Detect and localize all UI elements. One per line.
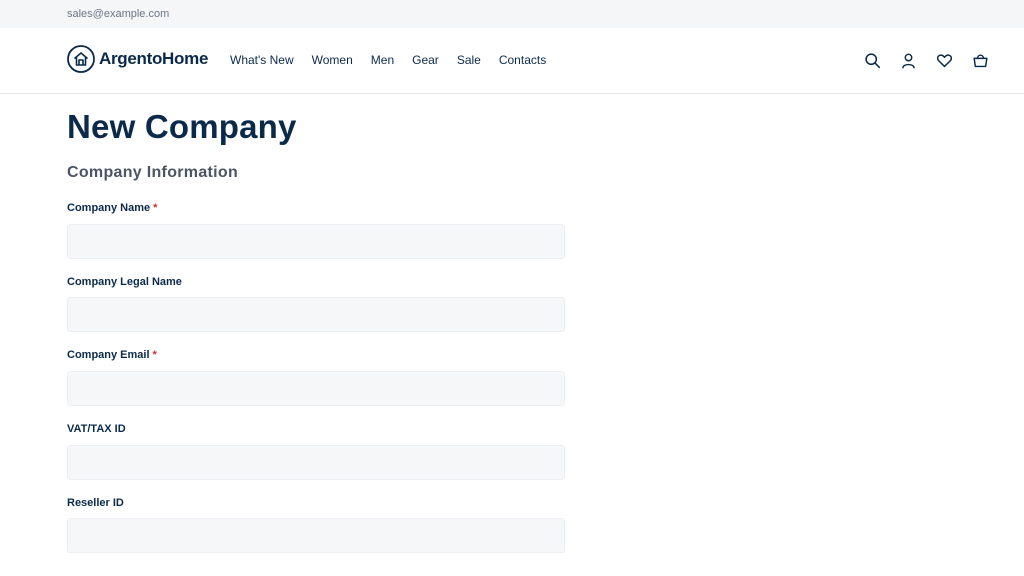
company-legal-name-input[interactable] bbox=[67, 297, 565, 332]
nav-item-whats-new[interactable]: What's New bbox=[230, 53, 294, 67]
contact-email[interactable]: sales@example.com bbox=[67, 8, 169, 20]
nav-item-sale[interactable]: Sale bbox=[457, 53, 481, 67]
required-marker: * bbox=[152, 349, 157, 361]
wishlist-heart-icon[interactable] bbox=[934, 50, 954, 70]
company-email-input[interactable] bbox=[67, 371, 565, 406]
reseller-id-input[interactable] bbox=[67, 518, 565, 553]
header-actions bbox=[846, 50, 990, 70]
vat-tax-id-field: VAT/TAX ID bbox=[67, 423, 565, 480]
account-icon[interactable] bbox=[898, 50, 918, 70]
nav-item-contacts[interactable]: Contacts bbox=[499, 53, 546, 67]
company-name-field: Company Name * bbox=[67, 202, 565, 259]
nav-item-women[interactable]: Women bbox=[312, 53, 353, 67]
brand-logo[interactable]: ArgentoHome bbox=[67, 45, 208, 73]
nav-item-men[interactable]: Men bbox=[371, 53, 394, 67]
brand-name: ArgentoHome bbox=[99, 49, 209, 68]
vat-tax-id-label: VAT/TAX ID bbox=[67, 423, 126, 435]
section-title: Company Information bbox=[67, 164, 239, 181]
company-email-label: Company Email * bbox=[67, 349, 157, 361]
vat-tax-id-input[interactable] bbox=[67, 445, 565, 480]
cart-basket-icon[interactable] bbox=[970, 50, 990, 70]
top-bar: sales@example.com bbox=[0, 0, 1024, 28]
company-legal-name-field: Company Legal Name bbox=[67, 276, 565, 332]
page-title: New Company bbox=[67, 108, 297, 145]
required-marker: * bbox=[153, 202, 158, 214]
company-email-field: Company Email * bbox=[67, 349, 565, 406]
main-nav: What's New Women Men Gear Sale Contacts bbox=[230, 53, 564, 67]
house-logo-icon bbox=[67, 45, 95, 73]
reseller-id-label: Reseller ID bbox=[67, 497, 124, 509]
site-header: ArgentoHome What's New Women Men Gear Sa… bbox=[0, 28, 1024, 94]
nav-item-gear[interactable]: Gear bbox=[412, 53, 439, 67]
company-legal-name-label: Company Legal Name bbox=[67, 276, 182, 288]
company-name-label: Company Name * bbox=[67, 202, 158, 214]
company-name-input[interactable] bbox=[67, 224, 565, 259]
reseller-id-field: Reseller ID bbox=[67, 497, 565, 553]
search-icon[interactable] bbox=[862, 50, 882, 70]
